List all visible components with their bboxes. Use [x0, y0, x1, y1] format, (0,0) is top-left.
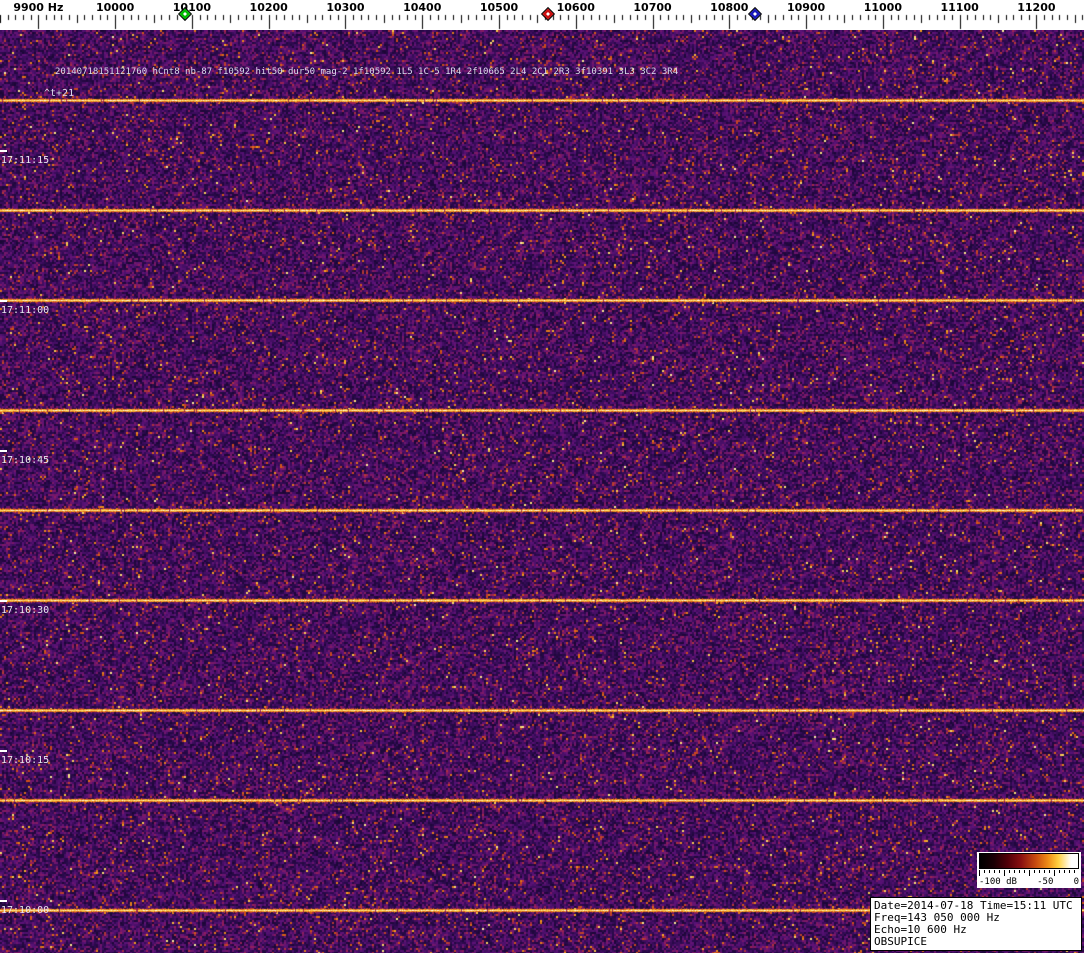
- time-label: 17:10:30: [1, 605, 49, 616]
- time-label: 17:11:00: [1, 305, 49, 316]
- freq-tick-label: 10700: [633, 1, 671, 14]
- time-tick: [0, 450, 7, 452]
- time-tick: [0, 600, 7, 602]
- time-label: 17:10:45: [1, 455, 49, 466]
- colorbar-label-mid: -50: [1037, 877, 1053, 887]
- time-tick: [0, 750, 7, 752]
- colorbar-label-min: -100 dB: [979, 877, 1017, 887]
- detection-annotation: 20140718151121760 hCnt8 nb-87 f10592 hit…: [55, 67, 678, 77]
- freq-tick-label: 10900: [787, 1, 825, 14]
- colorbar-labels: -100 dB -50 0: [979, 876, 1079, 888]
- frequency-scale: 9900 Hz 10000 10100 10200 10300 10400 10500 106…: [0, 0, 1084, 30]
- freq-tick-label: 10500: [480, 1, 518, 14]
- info-line-station: OBSUPICE: [874, 936, 1078, 948]
- freq-tick-label: 10300: [326, 1, 364, 14]
- meteor-spectrogram-app: 9900 Hz 10000 10100 10200 10300 10400 10500 106…: [0, 0, 1084, 953]
- colorbar-gradient: [979, 853, 1079, 869]
- freq-tick-label: 10200: [250, 1, 288, 14]
- time-label: 17:10:00: [1, 905, 49, 916]
- freq-tick-label: 10000: [96, 1, 134, 14]
- t-offset-label: ^t+21: [44, 88, 74, 99]
- time-tick: [0, 300, 7, 302]
- freq-tick-label: 9900 Hz: [13, 1, 63, 14]
- freq-tick-label: 11000: [864, 1, 902, 14]
- time-label: 17:11:15: [1, 155, 49, 166]
- freq-tick-label: 11200: [1017, 1, 1055, 14]
- colorbar-label-max: 0: [1074, 877, 1079, 887]
- freq-tick-label: 10400: [403, 1, 441, 14]
- time-tick: [0, 900, 7, 902]
- time-tick: [0, 150, 7, 152]
- freq-tick-label: 10600: [557, 1, 595, 14]
- time-label: 17:10:15: [1, 755, 49, 766]
- freq-tick-label: 10800: [710, 1, 748, 14]
- freq-tick-label: 11100: [940, 1, 978, 14]
- info-box: Date=2014-07-18 Time=15:11 UTC Freq=143 …: [870, 897, 1082, 951]
- spectrogram-canvas: [0, 30, 1084, 953]
- colorbar: -100 dB -50 0: [977, 852, 1081, 888]
